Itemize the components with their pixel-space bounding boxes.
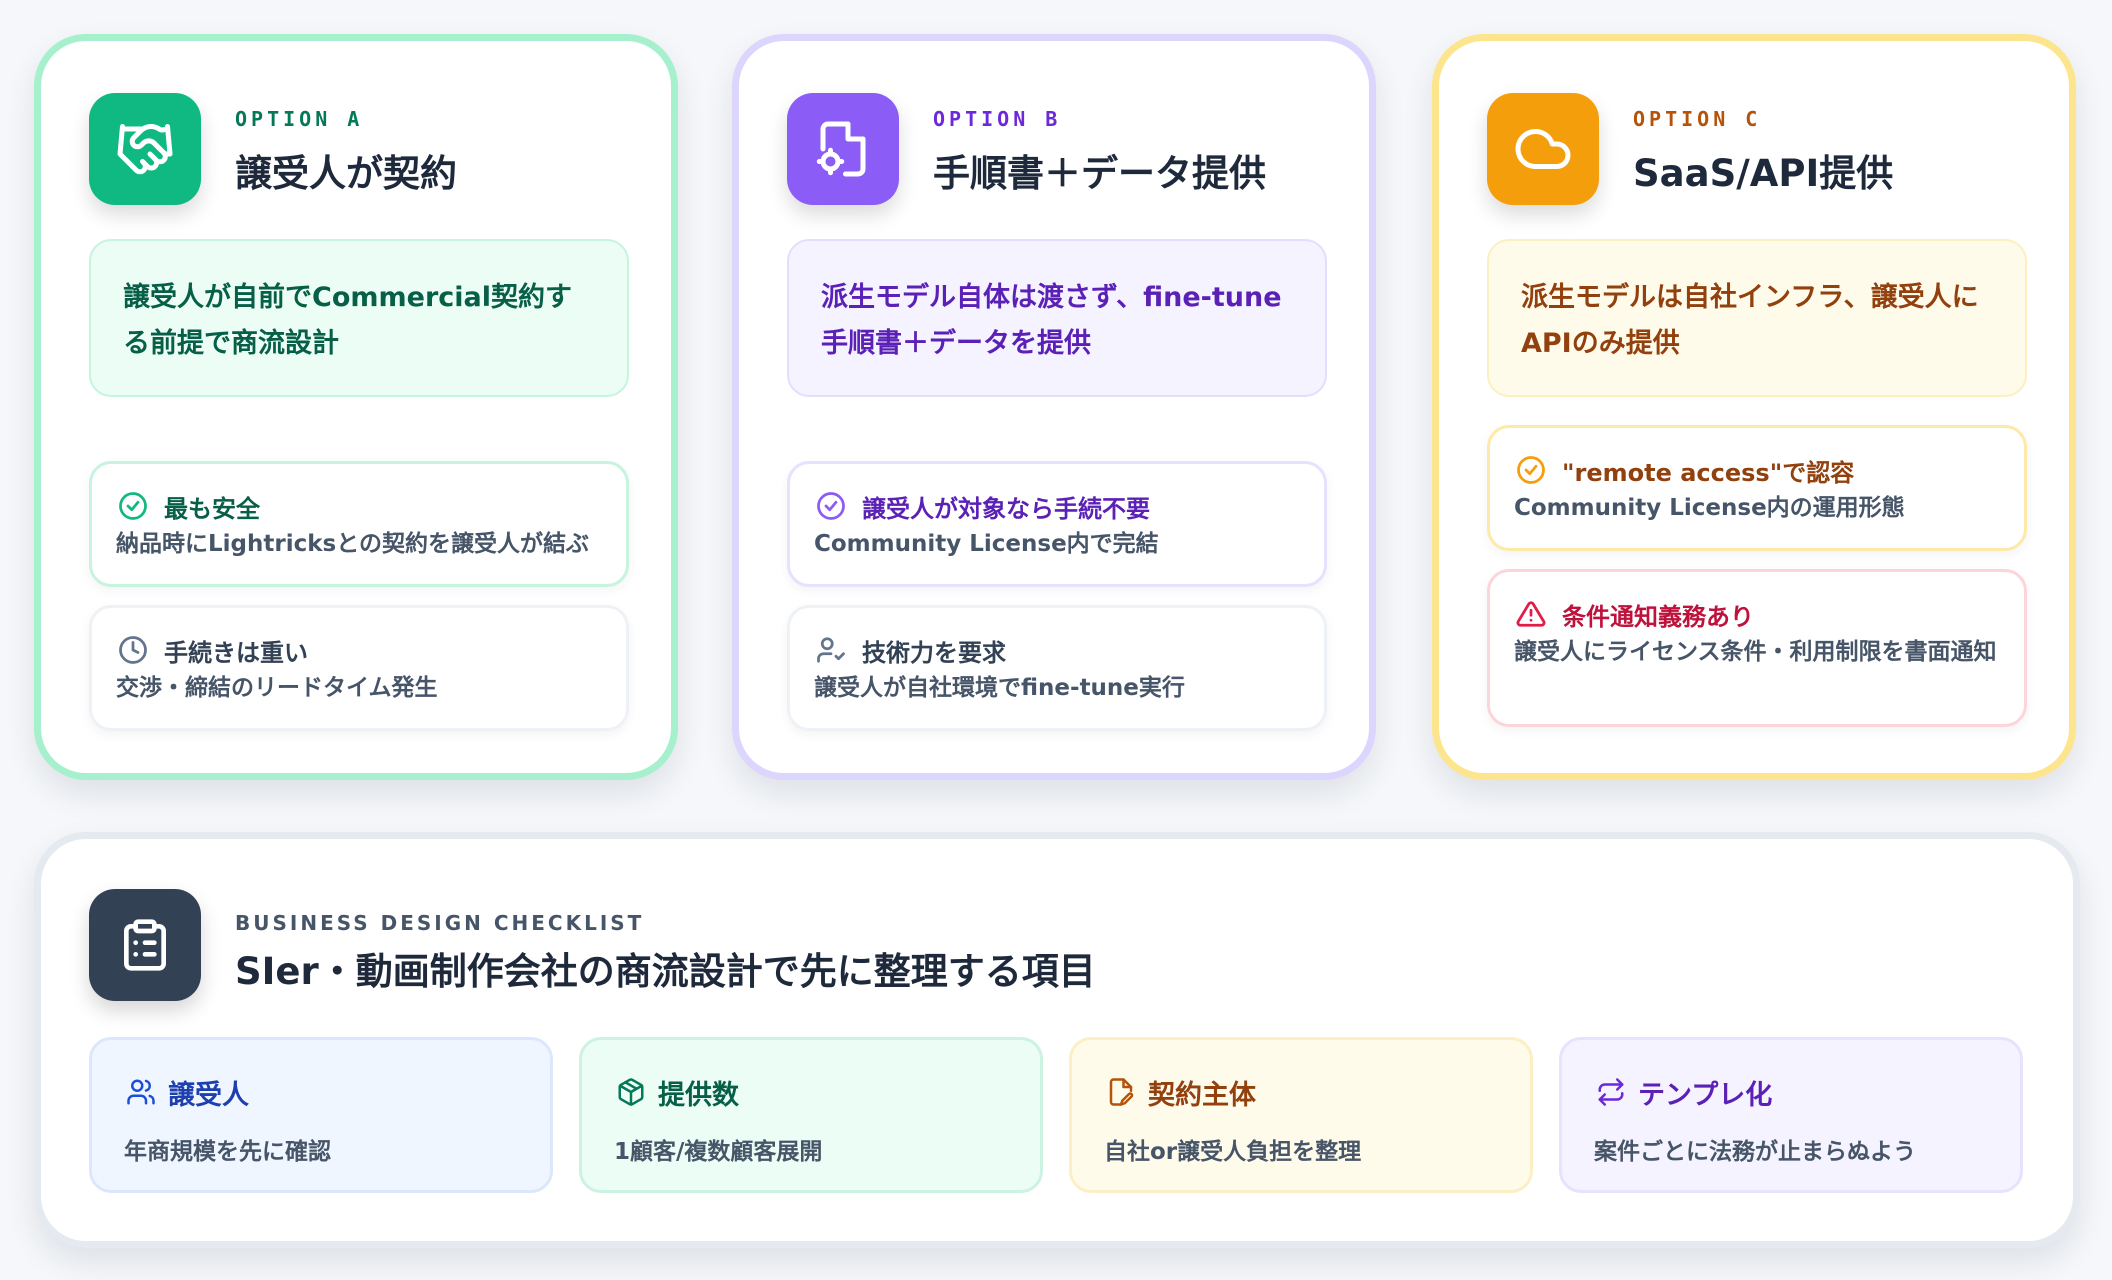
point-title: "remote access"で認容 <box>1562 458 1855 487</box>
checklist-item-title: 提供数 <box>658 1079 739 1111</box>
repeat-icon <box>1594 1075 1628 1109</box>
option-card-a: OPTION A 譲受人が契約 譲受人が自前でCommercial契約する前提で… <box>34 34 678 780</box>
handshake-icon <box>89 93 201 205</box>
checklist-item-body: 年商規模を先に確認 <box>124 1139 331 1165</box>
check-circle-icon <box>814 489 848 523</box>
point-title: 譲受人が対象なら手続不要 <box>862 494 1150 523</box>
check-circle-icon <box>1514 453 1548 487</box>
user-check-icon <box>814 633 848 667</box>
checklist-panel: BUSINESS DESIGN CHECKLIST SIer・動画制作会社の商流… <box>34 832 2080 1248</box>
point-title: 手続きは重い <box>164 638 308 667</box>
point-body: 納品時にLightricksとの契約を譲受人が結ぶ <box>116 531 589 557</box>
check-circle-icon <box>116 489 150 523</box>
point-body: Community License内の運用形態 <box>1514 495 1905 521</box>
point-title: 技術力を要求 <box>862 638 1006 667</box>
point-body: 譲受人が自社環境でfine-tune実行 <box>814 675 1185 701</box>
point-body: 譲受人にライセンス条件・利用制限を書面通知 <box>1514 639 1997 665</box>
users-icon <box>124 1075 158 1109</box>
point-title: 最も安全 <box>164 494 260 523</box>
checklist-item-title: 譲受人 <box>168 1079 249 1111</box>
point-title: 条件通知義務あり <box>1562 602 1754 631</box>
point-body: Community License内で完結 <box>814 531 1159 557</box>
point-notice-duty: 条件通知義務あり 譲受人にライセンス条件・利用制限を書面通知 <box>1487 569 2027 727</box>
option-label: OPTION B <box>933 107 1062 131</box>
point-no-procedure: 譲受人が対象なら手続不要 Community License内で完結 <box>787 461 1327 587</box>
point-heavy: 手続きは重い 交渉・締結のリードタイム発生 <box>89 605 629 731</box>
checklist-item-title: 契約主体 <box>1148 1079 1256 1111</box>
checklist-item-assignee: 譲受人 年商規模を先に確認 <box>89 1037 553 1193</box>
clock-icon <box>116 633 150 667</box>
file-settings-icon <box>787 93 899 205</box>
page: OPTION A 譲受人が契約 譲受人が自前でCommercial契約する前提で… <box>0 0 2112 1280</box>
checklist-item-body: 自社or譲受人負担を整理 <box>1104 1139 1362 1165</box>
option-title: 譲受人が契約 <box>235 152 457 195</box>
point-skill: 技術力を要求 譲受人が自社環境でfine-tune実行 <box>787 605 1327 731</box>
option-title: 手順書＋データ提供 <box>933 152 1266 195</box>
file-edit-icon <box>1104 1075 1138 1109</box>
clipboard-icon <box>89 889 201 1001</box>
option-summary: 派生モデル自体は渡さず、fine-tune手順書＋データを提供 <box>787 239 1327 397</box>
option-label: OPTION C <box>1633 107 1762 131</box>
option-title: SaaS/API提供 <box>1633 152 1894 195</box>
checklist-item-body: 案件ごとに法務が止まらぬよう <box>1594 1139 1916 1165</box>
package-icon <box>614 1075 648 1109</box>
option-card-b: OPTION B 手順書＋データ提供 派生モデル自体は渡さず、fine-tune… <box>732 34 1376 780</box>
cloud-icon <box>1487 93 1599 205</box>
option-summary: 譲受人が自前でCommercial契約する前提で商流設計 <box>89 239 629 397</box>
option-summary: 派生モデルは自社インフラ、譲受人にAPIのみ提供 <box>1487 239 2027 397</box>
option-card-c: OPTION C SaaS/API提供 派生モデルは自社インフラ、譲受人にAPI… <box>1432 34 2076 780</box>
checklist-label: BUSINESS DESIGN CHECKLIST <box>235 911 645 935</box>
checklist-item-count: 提供数 1顧客/複数顧客展開 <box>579 1037 1043 1193</box>
checklist-item-party: 契約主体 自社or譲受人負担を整理 <box>1069 1037 1533 1193</box>
checklist-item-template: テンプレ化 案件ごとに法務が止まらぬよう <box>1559 1037 2023 1193</box>
checklist-item-title: テンプレ化 <box>1638 1079 1773 1111</box>
warning-icon <box>1514 597 1548 631</box>
checklist-title: SIer・動画制作会社の商流設計で先に整理する項目 <box>235 950 1096 993</box>
checklist-item-body: 1顧客/複数顧客展開 <box>614 1139 823 1165</box>
point-safe: 最も安全 納品時にLightricksとの契約を譲受人が結ぶ <box>89 461 629 587</box>
option-label: OPTION A <box>235 107 364 131</box>
point-remote-access: "remote access"で認容 Community License内の運用… <box>1487 425 2027 551</box>
point-body: 交渉・締結のリードタイム発生 <box>116 675 438 701</box>
